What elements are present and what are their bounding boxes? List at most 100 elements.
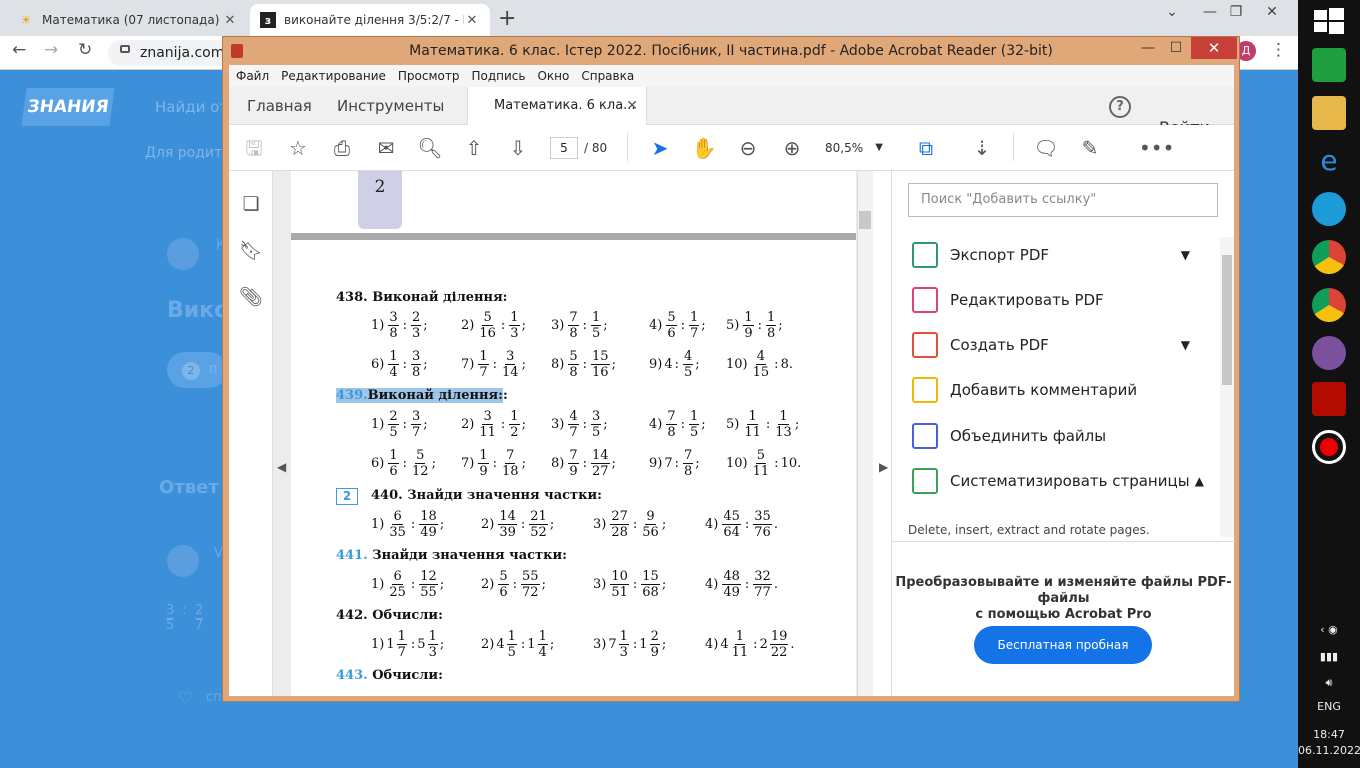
chevron-down-icon[interactable]: ⌄ <box>1160 4 1184 20</box>
restore-icon[interactable]: ❐ <box>1224 4 1248 20</box>
chevron-down-icon[interactable]: ▼ <box>1181 248 1190 262</box>
scrollbar-thumb[interactable] <box>1222 255 1232 385</box>
tool-export-pdf[interactable]: Экспорт PDF ▼ <box>912 235 1202 275</box>
zoom-in-icon[interactable]: ⊕ <box>779 135 805 161</box>
fraction-denominator: 7 <box>194 618 204 633</box>
page-number-input[interactable]: 5 <box>550 137 578 159</box>
viber-icon[interactable] <box>1312 336 1346 370</box>
maximize-icon[interactable]: ☐ <box>1161 37 1191 59</box>
minimize-icon[interactable]: — <box>1198 4 1222 20</box>
menu-kebab-icon[interactable]: ⋮ <box>1270 40 1287 60</box>
pages-thumbnail-icon[interactable]: ❏ <box>239 193 263 217</box>
fraction-numerator: 3 <box>411 408 422 425</box>
search-placeholder-text[interactable]: Найди от <box>155 98 228 116</box>
close-window-icon[interactable]: ✕ <box>1260 4 1284 20</box>
fraction-denominator: 7 <box>412 424 421 440</box>
new-tab-icon[interactable]: + <box>498 6 516 31</box>
browser-tab-2[interactable]: з виконайте ділення 3/5:2/7 - Шк ✕ <box>250 4 490 36</box>
zoom-search-icon[interactable]: 🔍︎ <box>417 135 443 161</box>
document-scrollbar[interactable] <box>857 171 873 696</box>
chevron-down-icon[interactable]: ▼ <box>1181 338 1190 352</box>
reload-icon[interactable]: ↻ <box>78 40 92 60</box>
page-view-icon[interactable]: ⧉ <box>913 135 939 161</box>
store-icon[interactable] <box>1312 48 1346 82</box>
print-icon[interactable]: ⎙ <box>329 135 355 161</box>
browser-tab-1[interactable]: ☀ Математика (07 листопада) - Ел ✕ <box>8 4 248 36</box>
page-up-icon[interactable]: ⇧ <box>461 135 487 161</box>
thanks-text[interactable]: сп <box>206 690 222 705</box>
clock-time[interactable]: 18:47 <box>1298 728 1360 741</box>
fraction-numerator: 1 <box>778 408 789 425</box>
attachment-icon[interactable]: 📎︎ <box>239 285 263 309</box>
tool-create-pdf[interactable]: Создать PDF ▼ <box>912 325 1202 365</box>
math-text: 3) <box>593 516 607 532</box>
answer-fraction: 35 : 27 <box>166 603 204 633</box>
internet-explorer-icon[interactable]: e <box>1312 144 1346 178</box>
close-tab-icon[interactable]: ✕ <box>626 87 638 125</box>
help-icon[interactable]: ? <box>1109 96 1131 118</box>
free-trial-button[interactable]: Бесплатная пробная версия <box>974 626 1152 690</box>
back-icon[interactable]: ← <box>12 40 26 60</box>
tools-search-input[interactable]: Поиск "Добавить ссылку" <box>908 183 1218 217</box>
menu-edit[interactable]: Редактирование <box>281 69 386 83</box>
chrome-icon[interactable] <box>1312 240 1346 274</box>
document-viewport[interactable]: 2 438. Виконай ділення: 1) 3 8:2 3; 2) 5 16:1 3… <box>273 171 873 696</box>
tray-icons[interactable]: ‹ ◉ <box>1298 623 1360 636</box>
fraction-numerator: 3 <box>482 408 493 425</box>
record-icon[interactable] <box>1312 430 1346 464</box>
close-tab-icon[interactable]: ✕ <box>222 13 238 28</box>
tool-organize-pages[interactable]: Систематизировать страницы ▲ <box>912 461 1204 501</box>
scroll-mode-icon[interactable]: ⇣ <box>969 135 995 161</box>
math-text: 3) <box>551 317 565 333</box>
collapse-left-icon[interactable]: ◀ <box>277 460 286 474</box>
tab-home[interactable]: Главная <box>247 87 312 125</box>
fraction-numerator: 1 <box>591 309 602 326</box>
tool-combine-files[interactable]: Объединить файлы <box>912 416 1202 456</box>
tab-tools[interactable]: Инструменты <box>337 87 444 125</box>
forward-icon[interactable]: → <box>44 40 58 60</box>
volume-icon[interactable]: 🔊︎ <box>1298 676 1360 690</box>
chrome-profile-icon[interactable] <box>1312 288 1346 322</box>
select-cursor-icon[interactable]: ➤ <box>647 135 673 161</box>
star-icon[interactable]: ☆ <box>285 135 311 161</box>
zoom-out-icon[interactable]: ⊖ <box>735 135 761 161</box>
hand-tool-icon[interactable]: ✋ <box>691 135 717 161</box>
language-indicator[interactable]: ENG <box>1298 700 1360 713</box>
menu-window[interactable]: Окно <box>537 69 569 83</box>
close-window-icon[interactable]: ✕ <box>1191 37 1237 59</box>
menu-sign[interactable]: Подпись <box>471 69 525 83</box>
acrobat-icon[interactable] <box>1312 382 1346 416</box>
fraction-denominator: 3 <box>412 325 421 341</box>
zoom-select[interactable]: 80,5% ▼ <box>825 137 889 159</box>
fraction-denominator: 12 <box>412 463 429 479</box>
file-explorer-icon[interactable] <box>1312 96 1346 130</box>
clock-date[interactable]: 06.11.2022 <box>1298 744 1360 757</box>
tab-document[interactable]: Математика. 6 кла... ✕ <box>467 87 647 126</box>
expand-right-icon[interactable]: ▶ <box>879 460 888 474</box>
bookmark-icon[interactable]: 🔖︎ <box>239 239 263 263</box>
edge-icon[interactable] <box>1312 192 1346 226</box>
close-tab-icon[interactable]: ✕ <box>464 13 480 28</box>
fraction-denominator: 16 <box>592 364 609 380</box>
scrollbar-thumb[interactable] <box>859 211 871 229</box>
znanija-logo[interactable]: ЗНАНИЯ <box>21 88 115 126</box>
minimize-icon[interactable]: — <box>1133 37 1163 59</box>
tool-edit-pdf[interactable]: Редактировать PDF <box>912 280 1202 320</box>
heart-icon[interactable]: ♡ <box>178 688 192 707</box>
tool-add-comment[interactable]: Добавить комментарий <box>912 370 1202 410</box>
windows-start-icon[interactable] <box>1312 4 1346 38</box>
pen-icon[interactable]: ✎ <box>1077 135 1103 161</box>
chevron-up-icon[interactable]: ▲ <box>1195 474 1204 488</box>
for-parents-link[interactable]: Для родите <box>145 145 231 161</box>
fraction: 32 77 <box>753 569 772 600</box>
comment-icon[interactable]: 🗨 <box>1033 135 1059 161</box>
network-icon[interactable]: ▮▮▮ <box>1298 650 1360 663</box>
more-icon[interactable]: ••• <box>1139 135 1174 161</box>
menu-file[interactable]: Файл <box>236 69 269 83</box>
save-icon[interactable]: 🖫 <box>241 135 267 161</box>
menu-view[interactable]: Просмотр <box>398 69 460 83</box>
menu-help[interactable]: Справка <box>581 69 634 83</box>
math-text: : <box>402 317 408 333</box>
mail-icon[interactable]: ✉ <box>373 135 399 161</box>
page-down-icon[interactable]: ⇩ <box>505 135 531 161</box>
